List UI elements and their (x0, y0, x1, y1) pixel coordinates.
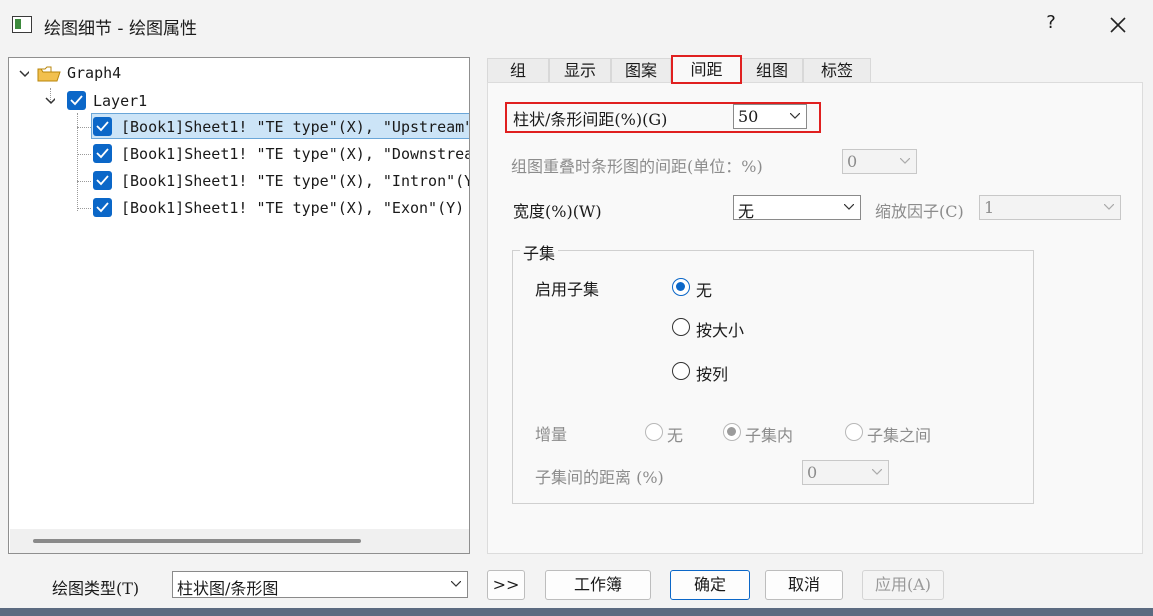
subset-distance-combo[interactable]: 0 (802, 460, 889, 485)
scale-label: 缩放因子(C) (875, 202, 964, 221)
subset-radio-by-column[interactable] (672, 362, 690, 380)
chevron-down-icon (844, 204, 854, 210)
plot-checkbox[interactable] (93, 144, 112, 163)
chevron-down-icon (1104, 204, 1114, 210)
close-icon[interactable] (1104, 10, 1132, 40)
tab-stack[interactable]: 组图 (741, 58, 803, 82)
increment-option-label: 子集之间 (867, 426, 932, 445)
tab-pattern[interactable]: 图案 (611, 58, 671, 82)
layer-checkbox[interactable] (67, 91, 86, 110)
plot-label: [Book1]Sheet1! "TE type"(X), "Downstream (121, 145, 470, 163)
plot-label: [Book1]Sheet1! "TE type"(X), "Intron"(Y) (121, 172, 470, 190)
plot-checkbox[interactable] (93, 171, 112, 190)
enable-subset-label: 启用子集 (535, 280, 600, 299)
plot-type-combo[interactable]: 柱状图/条形图 (172, 571, 468, 598)
plot-label: [Book1]Sheet1! "TE type"(X), "Upstream"( (121, 118, 470, 136)
subset-distance-label: 子集间的距离 (%) (535, 468, 664, 487)
increment-radio-within[interactable] (723, 423, 741, 441)
subset-radio-none[interactable] (672, 278, 690, 296)
increment-option-label: 子集内 (745, 426, 794, 445)
tab-label[interactable]: 标签 (803, 58, 871, 82)
scale-combo[interactable]: 1 (979, 195, 1121, 220)
plot-label: [Book1]Sheet1! "TE type"(X), "Exon"(Y) [ (121, 199, 470, 217)
tab-spacing[interactable]: 间距 (671, 55, 742, 84)
gap-label: 柱状/条形间距(%)(G) (513, 110, 668, 129)
plot-type-label: 绘图类型(T) (52, 579, 140, 598)
subset-distance-value: 0 (807, 463, 818, 482)
subset-option-label: 按大小 (696, 321, 745, 340)
tree-node-plot[interactable]: [Book1]Sheet1! "TE type"(X), "Upstream"( (93, 116, 470, 140)
increment-option-label: 无 (667, 426, 684, 445)
tree-node-label: Layer1 (93, 92, 148, 110)
tree-connector (77, 208, 91, 209)
cancel-button[interactable]: 取消 (765, 570, 843, 600)
horizontal-scrollbar-thumb[interactable] (33, 539, 361, 543)
tree-node-plot[interactable]: [Book1]Sheet1! "TE type"(X), "Exon"(Y) [ (93, 197, 470, 221)
chevron-down-icon (451, 581, 461, 587)
overlap-label: 组图重叠时条形图的间距(单位：%) (511, 157, 763, 176)
plot-checkbox[interactable] (93, 117, 112, 136)
tree-connector (77, 154, 91, 155)
help-button[interactable]: ? (1040, 12, 1062, 38)
width-combo[interactable]: 无 (733, 195, 861, 221)
tab-group[interactable]: 组 (487, 58, 549, 82)
overlap-combo[interactable]: 0 (842, 149, 917, 174)
chevron-down-icon (790, 113, 800, 119)
tree-node-layer[interactable]: Layer1 (45, 89, 445, 113)
increment-radio-none[interactable] (645, 423, 663, 441)
plot-checkbox[interactable] (93, 198, 112, 217)
expand-button[interactable]: >> (487, 570, 525, 600)
tree-connector (77, 127, 91, 128)
subset-option-label: 按列 (696, 365, 729, 384)
apply-button[interactable]: 应用(A) (862, 570, 944, 600)
increment-radio-between[interactable] (845, 423, 863, 441)
chevron-down-icon[interactable] (19, 70, 29, 80)
gap-combo[interactable]: 50 (733, 104, 807, 129)
gap-value: 50 (738, 107, 759, 126)
plot-tree[interactable]: Graph4 Layer1 [Book1]Sheet1! "TE type"(X… (8, 57, 470, 554)
width-label: 宽度(%)(W) (513, 202, 602, 221)
folder-icon (37, 66, 61, 82)
tree-node-graph[interactable]: Graph4 (17, 62, 457, 86)
subset-group-title: 子集 (520, 240, 559, 264)
tree-node-label: Graph4 (67, 64, 122, 82)
chevron-down-icon (900, 158, 910, 164)
tree-node-plot[interactable]: [Book1]Sheet1! "TE type"(X), "Intron"(Y) (93, 170, 470, 194)
tab-display[interactable]: 显示 (549, 58, 611, 82)
app-icon (12, 16, 32, 33)
overlap-value: 0 (847, 152, 858, 171)
background-strip (0, 608, 1153, 616)
ok-button[interactable]: 确定 (670, 570, 750, 600)
tree-node-plot[interactable]: [Book1]Sheet1! "TE type"(X), "Downstream (93, 143, 470, 167)
subset-radio-by-size[interactable] (672, 318, 690, 336)
chevron-down-icon (872, 469, 882, 475)
scale-value: 1 (984, 198, 995, 217)
width-value: 无 (738, 202, 755, 221)
plot-type-value: 柱状图/条形图 (177, 579, 279, 598)
tree-connector (77, 181, 91, 182)
workbook-button[interactable]: 工作簿 (545, 570, 651, 600)
chevron-down-icon[interactable] (45, 97, 55, 107)
increment-label: 增量 (535, 425, 568, 444)
window-title: 绘图细节 - 绘图属性 (44, 19, 197, 39)
subset-option-label: 无 (696, 281, 713, 300)
